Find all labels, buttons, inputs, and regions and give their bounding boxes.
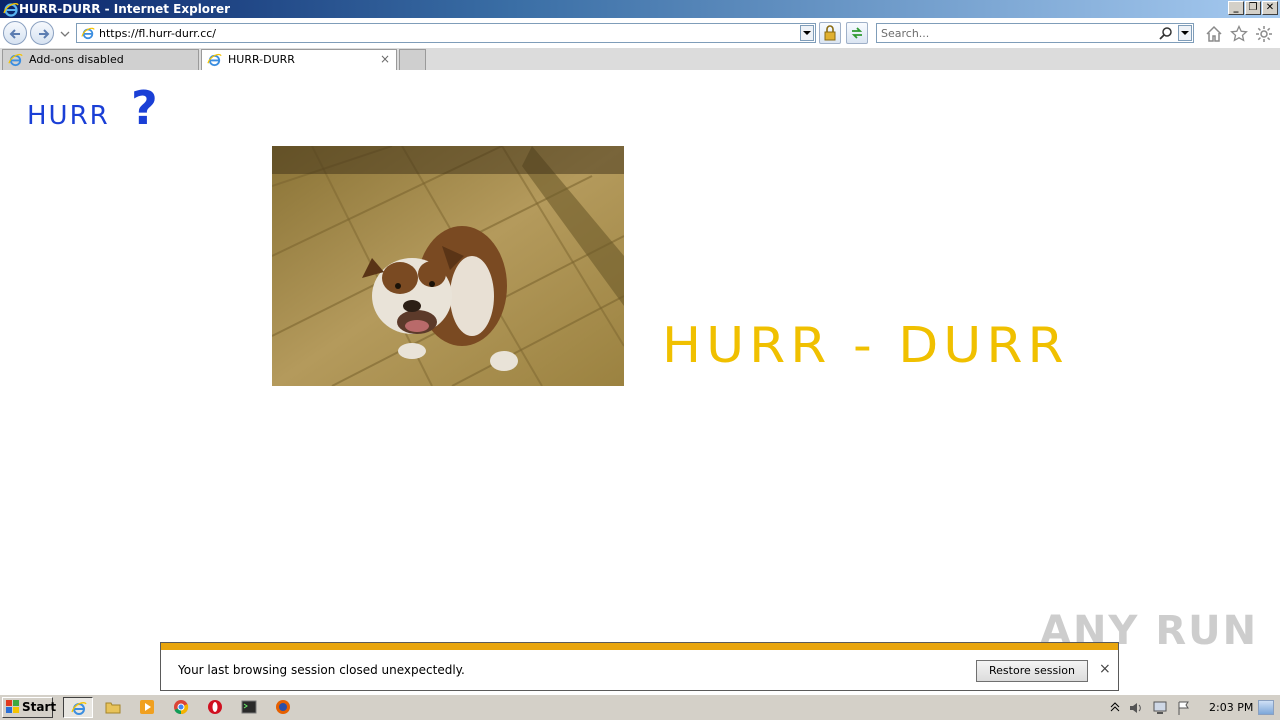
tab-hurr-durr[interactable]: HURR-DURR × [201, 49, 397, 70]
search-icon[interactable] [1159, 26, 1173, 40]
address-dropdown-button[interactable] [800, 25, 814, 41]
taskbar-file-explorer[interactable] [98, 697, 128, 718]
new-tab-button[interactable] [399, 49, 426, 70]
taskbar-opera[interactable] [200, 697, 230, 718]
taskbar-firefox[interactable] [268, 697, 298, 718]
site-logo[interactable]: HURR ? [27, 86, 172, 132]
search-input[interactable] [881, 26, 1151, 40]
back-arrow-icon [9, 29, 20, 39]
taskbar: Start 2:03 PM [0, 694, 1280, 720]
close-notification-icon[interactable]: × [1099, 661, 1111, 677]
start-label: Start [22, 700, 57, 714]
folder-icon [105, 702, 121, 714]
ie-logo-icon [3, 3, 19, 17]
history-dropdown-icon[interactable] [60, 30, 70, 38]
firefox-icon [276, 700, 290, 714]
address-url: https://fl.hurr-durr.cc/ [99, 27, 217, 40]
media-player-icon [140, 700, 154, 714]
lock-icon [824, 25, 836, 41]
hero-title: HURR - DURR [662, 317, 1069, 375]
address-bar[interactable]: https://fl.hurr-durr.cc/ [76, 23, 816, 43]
favorites-star-icon[interactable] [1230, 25, 1248, 43]
bulldog-photo [272, 146, 624, 386]
ie-taskbar-icon [71, 702, 87, 715]
tab-strip: Add-ons disabled HURR-DURR × [0, 48, 1280, 70]
opera-icon [208, 700, 222, 714]
windows-logo-icon [6, 700, 19, 713]
taskbar-terminal[interactable] [234, 697, 264, 718]
forward-arrow-icon [39, 29, 50, 39]
logo-text: HURR [27, 101, 110, 131]
forward-button[interactable] [30, 21, 54, 45]
refresh-icon [851, 27, 863, 39]
restore-session-button[interactable]: Restore session [976, 660, 1088, 682]
page-content: HURR ? HURR - DURR [0, 70, 1280, 690]
terminal-icon [241, 700, 257, 714]
restore-button[interactable]: ❐ [1245, 1, 1261, 15]
search-dropdown-button[interactable] [1178, 25, 1192, 41]
tab-ie-icon [207, 53, 222, 67]
tab-label: Add-ons disabled [29, 53, 124, 66]
home-icon[interactable] [1205, 25, 1223, 43]
window-title: HURR-DURR - Internet Explorer [19, 2, 231, 16]
gear-icon[interactable] [1255, 25, 1273, 43]
refresh-button[interactable] [846, 22, 868, 44]
taskbar-internet-explorer[interactable] [63, 697, 93, 718]
chrome-icon [174, 700, 189, 715]
page-ie-icon [81, 27, 95, 40]
clock[interactable]: 2:03 PM [1209, 701, 1253, 714]
taskbar-media-player[interactable] [132, 697, 162, 718]
notification-accent-stripe [161, 643, 1118, 650]
notification-message: Your last browsing session closed unexpe… [178, 663, 465, 677]
window-title-bar: HURR-DURR - Internet Explorer _ ❐ ✕ [0, 0, 1280, 18]
volume-icon[interactable] [1128, 700, 1144, 716]
taskbar-chrome[interactable] [166, 697, 196, 718]
system-tray: 2:03 PM [1106, 697, 1278, 718]
chevron-down-icon [1181, 31, 1189, 35]
close-tab-icon[interactable]: × [380, 50, 390, 69]
logo-question-mark: ? [131, 86, 158, 132]
chevron-down-icon [803, 31, 811, 35]
search-box[interactable] [876, 23, 1194, 43]
close-window-button[interactable]: ✕ [1262, 1, 1278, 15]
start-button[interactable]: Start [2, 697, 57, 718]
security-lock-button[interactable] [819, 22, 841, 44]
minimize-button[interactable]: _ [1228, 1, 1244, 15]
network-icon[interactable] [1152, 700, 1168, 716]
navigation-bar: https://fl.hurr-durr.cc/ [0, 18, 1280, 48]
tab-label: HURR-DURR [228, 53, 295, 66]
back-button[interactable] [3, 21, 27, 45]
session-restore-notification: Your last browsing session closed unexpe… [160, 642, 1119, 691]
action-center-flag-icon[interactable] [1176, 700, 1192, 716]
show-desktop-button[interactable] [1258, 700, 1274, 715]
tab-ie-icon [8, 53, 23, 67]
tab-addons-disabled[interactable]: Add-ons disabled [2, 49, 199, 70]
show-hidden-icons-icon[interactable] [1110, 701, 1120, 713]
